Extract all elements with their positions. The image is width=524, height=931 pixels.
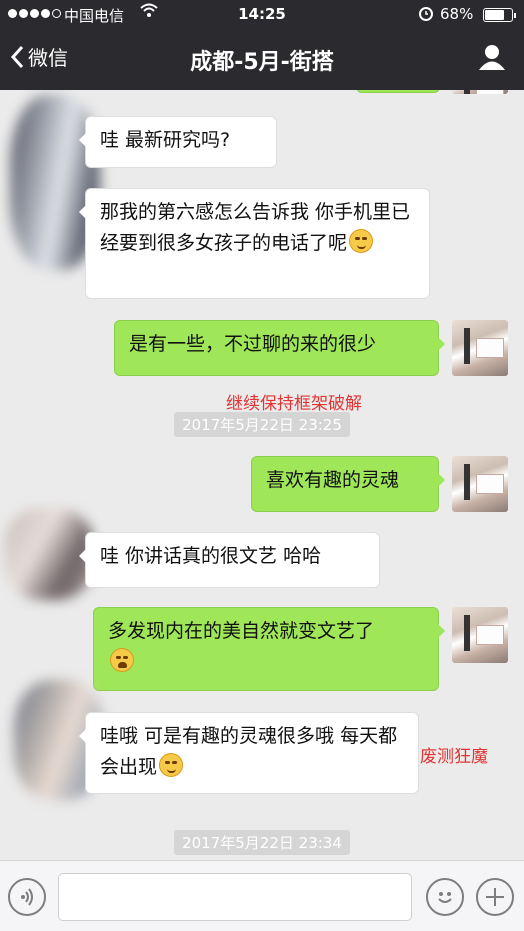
chat-title: 成都-5月-街搭 — [190, 50, 334, 75]
top-bar: 中国电信 14:25 68% 微信 成都-5月-街搭 — [0, 0, 524, 90]
input-bar — [0, 860, 524, 931]
battery-icon — [483, 8, 516, 22]
person-icon[interactable] — [478, 43, 506, 75]
voice-toggle-button[interactable] — [8, 878, 46, 916]
annotation-note: 继续保持框架破解 — [226, 394, 362, 414]
message-text: 哇 你讲话真的很文艺 哈哈 — [100, 545, 322, 567]
thinking-emoji-icon — [159, 753, 184, 777]
avatar — [452, 607, 508, 663]
annotation-note: 废测狂魔 — [420, 747, 488, 767]
message-text: 哇 最新研究吗? — [100, 129, 231, 151]
avatar — [452, 320, 508, 376]
battery-percent: 68% — [440, 5, 474, 23]
nav-bar: 微信 成都-5月-街搭 — [0, 30, 524, 90]
message-text: 是有一些，不过聊的来的很少 — [129, 333, 377, 355]
message-text: 多发现内在的美自然就变文艺了 — [108, 620, 375, 642]
message-text: 喜欢有趣的灵魂 — [266, 469, 400, 491]
message-list[interactable]: 哇 最新研究吗? 那我的第六感怎么告诉我 你手机里已经要到很多女孩子的电话了呢 … — [0, 90, 524, 860]
voice-icon — [21, 888, 33, 906]
avatar — [452, 90, 508, 94]
emoji-button[interactable] — [426, 878, 464, 916]
crying-laugh-emoji-icon — [110, 648, 134, 672]
message-bubble[interactable]: 多发现内在的美自然就变文艺了 — [93, 607, 445, 691]
message-bubble[interactable]: 喜欢有趣的灵魂 — [251, 456, 445, 512]
status-bar: 中国电信 14:25 68% — [0, 0, 524, 30]
message-text: 哇哦 可是有趣的灵魂很多哦 每天都会出现 — [100, 725, 398, 778]
avatar — [452, 456, 508, 512]
message-bubble[interactable]: 哇 你讲话真的很文艺 哈哈 — [79, 532, 380, 588]
more-button[interactable] — [476, 878, 514, 916]
smiley-icon — [438, 892, 452, 903]
timestamp: 2017年5月22日 23:25 — [0, 412, 524, 437]
alarm-icon — [418, 5, 434, 25]
timestamp: 2017年5月22日 23:34 — [0, 830, 524, 855]
blush-emoji-icon — [349, 229, 374, 253]
message-bubble[interactable]: 是有一些，不过聊的来的很少 — [114, 320, 445, 376]
plus-icon — [486, 888, 504, 906]
message-bubble[interactable]: 哇 最新研究吗? — [79, 116, 277, 168]
message-bubble[interactable]: 哇哦 可是有趣的灵魂很多哦 每天都会出现 — [79, 712, 419, 794]
message-bubble[interactable]: 那我的第六感怎么告诉我 你手机里已经要到很多女孩子的电话了呢 — [79, 188, 430, 299]
partial-message-bubble — [356, 90, 440, 93]
message-input[interactable] — [58, 873, 412, 921]
